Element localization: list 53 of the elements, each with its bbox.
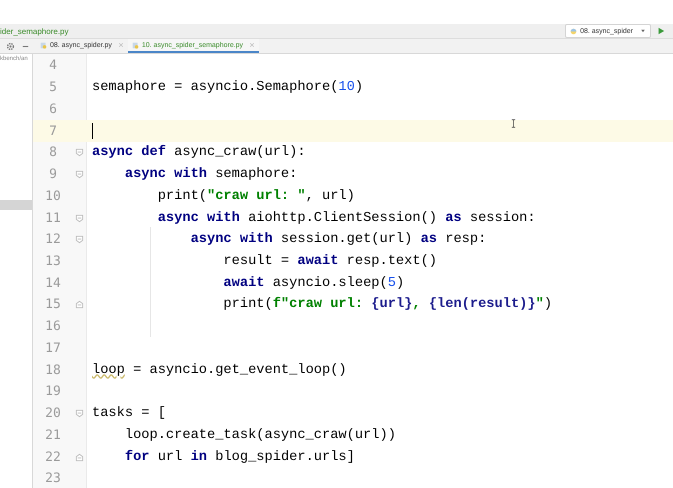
fold-end-icon[interactable] [75, 300, 84, 310]
code-line: async with session.get(url) as resp: [190, 232, 486, 248]
tree-selection[interactable] [0, 200, 32, 210]
line-number: 17 [44, 340, 62, 358]
close-icon[interactable] [249, 42, 256, 48]
line-number: 10 [44, 188, 62, 206]
line-number: 12 [44, 231, 62, 250]
fold-icon[interactable] [75, 235, 84, 244]
fold-icon[interactable] [75, 409, 84, 418]
code-line: for url in blog_spider.urls] [124, 450, 355, 465]
python-icon [570, 28, 578, 34]
fold-end-icon[interactable] [75, 452, 84, 462]
code-line: loop.create_task(async_craw(url)) [124, 428, 396, 443]
line-number: 6 [48, 100, 58, 119]
breadcrumb[interactable]: ider_semaphore.py [0, 26, 68, 36]
line-number: 8 [48, 144, 58, 162]
line-number: 22 [44, 448, 62, 467]
text-cursor [92, 123, 93, 140]
code-line: result = await resp.text() [222, 254, 438, 269]
code-line: tasks = [ [91, 406, 166, 422]
settings-icon[interactable] [6, 42, 15, 50]
line-number: 21 [44, 426, 62, 445]
python-file-icon [40, 42, 47, 48]
line-number: 4 [48, 57, 58, 76]
line-number: 19 [44, 383, 62, 402]
close-icon[interactable] [118, 42, 124, 48]
run-icon[interactable] [657, 27, 665, 35]
line-number: 9 [48, 166, 58, 184]
code-line: async def async_craw(url): [91, 145, 306, 160]
code-line: loop = asyncio.get_event_loop() [91, 362, 347, 378]
fold-icon[interactable] [75, 170, 84, 180]
code-line: async with semaphore: [124, 167, 298, 182]
fold-icon[interactable] [75, 148, 84, 158]
text-cursor-icon [511, 119, 516, 128]
line-number: 7 [48, 122, 58, 141]
line-number: 11 [44, 210, 62, 228]
line-number: 15 [44, 296, 62, 314]
line-number: 16 [44, 318, 62, 336]
code-editor[interactable] [33, 54, 673, 488]
line-number: 13 [44, 252, 62, 271]
line-number: 5 [48, 79, 58, 98]
line-number: 23 [44, 470, 62, 488]
line-number: 14 [44, 274, 62, 293]
code-line: await asyncio.sleep(5) [222, 276, 404, 291]
code-line: async with aiohttp.ClientSession() as session: [156, 210, 536, 226]
line-number: 18 [44, 362, 62, 380]
caret-icon [640, 28, 646, 34]
code-line: print(f"craw url: {url}, {len(result)}") [222, 297, 552, 312]
fold-icon[interactable] [75, 214, 84, 222]
code-line: semaphore = asyncio.Semaphore(10) [91, 80, 364, 96]
code-line: print("craw url: ", url) [156, 188, 355, 204]
python-file-icon [132, 42, 139, 48]
line-number: 20 [44, 405, 62, 424]
